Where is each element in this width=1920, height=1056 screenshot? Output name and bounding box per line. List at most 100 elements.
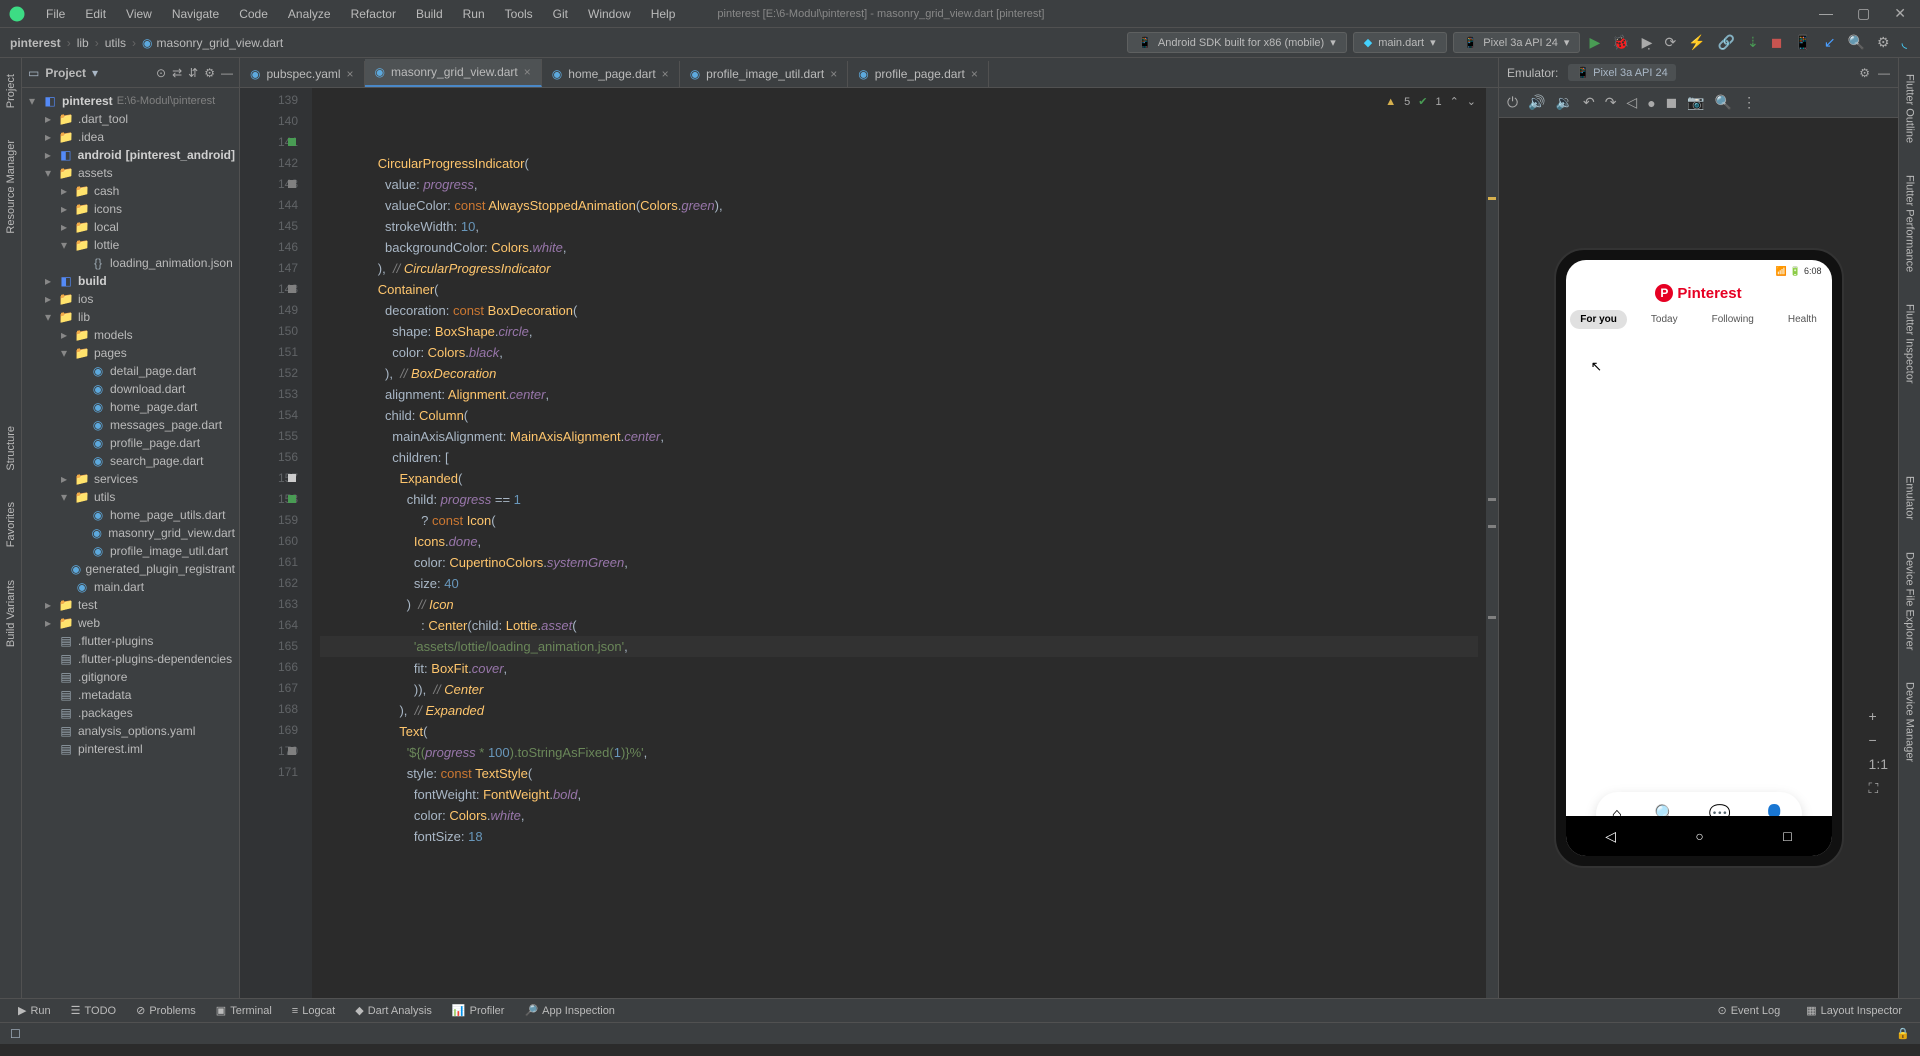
select-opened-icon[interactable]: ⊙ xyxy=(156,66,166,80)
event-log-tab[interactable]: ⊙ Event Log xyxy=(1709,1002,1788,1019)
tree-item[interactable]: ▸📁icons xyxy=(22,200,239,218)
tree-item[interactable]: ▸📁.idea xyxy=(22,128,239,146)
power-icon[interactable]: ⏻ xyxy=(1507,94,1518,111)
tree-item[interactable]: ◉home_page.dart xyxy=(22,398,239,416)
resource-manager-tab[interactable]: Resource Manager xyxy=(3,134,19,240)
logcat-tab[interactable]: ≡ Logcat xyxy=(284,1003,343,1019)
home-circle-icon[interactable]: ● xyxy=(1647,95,1655,111)
editor-tab[interactable]: ◉pubspec.yaml× xyxy=(240,61,365,87)
flutter-inspector-icon[interactable]: ◟ xyxy=(1899,31,1910,54)
inspection-indicators[interactable]: ▲5 ✔1 ⌃ ⌄ xyxy=(1385,92,1476,113)
menu-file[interactable]: File xyxy=(38,5,73,23)
editor-tab[interactable]: ◉masonry_grid_view.dart× xyxy=(365,59,542,87)
overview-icon[interactable]: □ xyxy=(1783,828,1791,844)
tree-item[interactable]: ▸📁test xyxy=(22,596,239,614)
tree-item[interactable]: ▤.metadata xyxy=(22,686,239,704)
menu-code[interactable]: Code xyxy=(231,5,276,23)
collapse-icon[interactable]: ⇵ xyxy=(188,66,198,80)
menu-analyze[interactable]: Analyze xyxy=(280,5,339,23)
back-icon[interactable]: ◁ xyxy=(1605,828,1616,845)
maximize-icon[interactable]: ▢ xyxy=(1851,3,1876,24)
menu-tools[interactable]: Tools xyxy=(497,5,541,23)
flutter-attach-icon[interactable]: ⇣ xyxy=(1744,31,1762,54)
tree-item[interactable]: ▤analysis_options.yaml xyxy=(22,722,239,740)
next-highlight-icon[interactable]: ⌄ xyxy=(1467,92,1476,113)
profiler-tab[interactable]: 📊 Profiler xyxy=(444,1002,513,1019)
favorites-tab[interactable]: Favorites xyxy=(3,496,19,553)
tree-item[interactable]: ▤.flutter-plugins xyxy=(22,632,239,650)
close-tab-icon[interactable]: × xyxy=(830,67,837,81)
status-icon[interactable]: ☐ xyxy=(10,1027,21,1041)
attach-icon[interactable]: 🔗 xyxy=(1715,31,1738,54)
zoom-icon[interactable]: 🔍 xyxy=(1715,94,1732,111)
run-tab[interactable]: ▶ Run xyxy=(10,1002,59,1019)
problems-tab[interactable]: ⊘ Problems xyxy=(128,1002,204,1019)
hide-icon[interactable]: — xyxy=(221,66,233,80)
tree-item[interactable]: ◉main.dart xyxy=(22,578,239,596)
tree-item[interactable]: ▸📁services xyxy=(22,470,239,488)
menu-run[interactable]: Run xyxy=(455,5,493,23)
breadcrumb-root[interactable]: pinterest xyxy=(10,36,61,50)
flutter-inspector-tab[interactable]: Flutter Inspector xyxy=(1902,298,1918,389)
build-variants-tab[interactable]: Build Variants xyxy=(3,574,19,653)
back-icon[interactable]: ◁ xyxy=(1626,94,1637,111)
tree-item[interactable]: ▾📁assets xyxy=(22,164,239,182)
close-tab-icon[interactable]: × xyxy=(971,67,978,81)
app-inspection-tab[interactable]: 🔎 App Inspection xyxy=(516,1002,622,1019)
screenshot-icon[interactable]: 📷 xyxy=(1687,94,1704,111)
tree-item[interactable]: ▸◧android [pinterest_android] xyxy=(22,146,239,164)
menu-navigate[interactable]: Navigate xyxy=(164,5,227,23)
phone-screen[interactable]: 📶 🔋 6:08 P Pinterest For you Today Follo… xyxy=(1566,260,1832,856)
tree-item[interactable]: ◉masonry_grid_view.dart xyxy=(22,524,239,542)
menu-refactor[interactable]: Refactor xyxy=(343,5,404,23)
tree-item[interactable]: ▸📁local xyxy=(22,218,239,236)
stop-icon[interactable]: ◼ xyxy=(1768,31,1786,54)
settings-icon[interactable]: ⚙ xyxy=(1874,31,1893,54)
breadcrumb-part[interactable]: lib xyxy=(77,36,89,50)
overview-icon[interactable]: ◼ xyxy=(1666,94,1678,111)
zoom-out-icon[interactable]: − xyxy=(1869,732,1888,748)
tree-item[interactable]: ◉profile_page.dart xyxy=(22,434,239,452)
tree-item[interactable]: ▾📁utils xyxy=(22,488,239,506)
tree-item[interactable]: ▤pinterest.iml xyxy=(22,740,239,758)
menu-help[interactable]: Help xyxy=(643,5,684,23)
tree-item[interactable]: ▾📁pages xyxy=(22,344,239,362)
menu-git[interactable]: Git xyxy=(545,5,576,23)
minimize-icon[interactable]: — xyxy=(1813,3,1839,24)
editor-tab[interactable]: ◉home_page.dart× xyxy=(542,61,680,87)
editor-tab[interactable]: ◉profile_image_util.dart× xyxy=(680,61,849,87)
emulator-tab[interactable]: Emulator xyxy=(1902,470,1918,526)
volume-down-icon[interactable]: 🔉 xyxy=(1556,94,1573,111)
close-icon[interactable]: ✕ xyxy=(1888,3,1912,24)
tab-following[interactable]: Following xyxy=(1702,310,1764,329)
tree-item[interactable]: ◉search_page.dart xyxy=(22,452,239,470)
tree-item[interactable]: ▤.flutter-plugins-dependencies xyxy=(22,650,239,668)
close-tab-icon[interactable]: × xyxy=(524,65,531,79)
emulator-device-select[interactable]: 📱 Pixel 3a API 24 xyxy=(1568,64,1675,81)
menu-build[interactable]: Build xyxy=(408,5,451,23)
tree-item[interactable]: ▸📁ios xyxy=(22,290,239,308)
settings-icon[interactable]: ⚙ xyxy=(1859,66,1870,80)
hot-reload-icon[interactable]: ⚡ xyxy=(1685,31,1708,54)
search-icon[interactable]: 🔍 xyxy=(1845,31,1868,54)
tree-item[interactable]: ▸📁web xyxy=(22,614,239,632)
avd-manager-icon[interactable]: 📱 xyxy=(1791,31,1814,54)
tree-item[interactable]: ▾📁lib xyxy=(22,308,239,326)
tab-for-you[interactable]: For you xyxy=(1570,310,1627,329)
editor-tab[interactable]: ◉profile_page.dart× xyxy=(848,61,989,87)
breadcrumb-file[interactable]: masonry_grid_view.dart xyxy=(157,36,284,50)
tree-item[interactable]: ▸◧build xyxy=(22,272,239,290)
menu-edit[interactable]: Edit xyxy=(77,5,114,23)
tree-item[interactable]: ◉generated_plugin_registrant xyxy=(22,560,239,578)
zoom-in-icon[interactable]: + xyxy=(1869,708,1888,724)
close-tab-icon[interactable]: × xyxy=(662,67,669,81)
tab-today[interactable]: Today xyxy=(1641,310,1688,329)
tree-item[interactable]: ◉profile_image_util.dart xyxy=(22,542,239,560)
menu-view[interactable]: View xyxy=(118,5,160,23)
tree-item[interactable]: ▸📁cash xyxy=(22,182,239,200)
project-tree[interactable]: ▾ ◧ pinterest E:\6-Modul\pinterest ▸📁.da… xyxy=(22,88,239,998)
profile-icon[interactable]: ⟳ xyxy=(1661,31,1679,54)
layout-inspector-tab[interactable]: ▦ Layout Inspector xyxy=(1798,1002,1910,1019)
hide-icon[interactable]: — xyxy=(1878,66,1890,80)
tree-item[interactable]: ◉download.dart xyxy=(22,380,239,398)
